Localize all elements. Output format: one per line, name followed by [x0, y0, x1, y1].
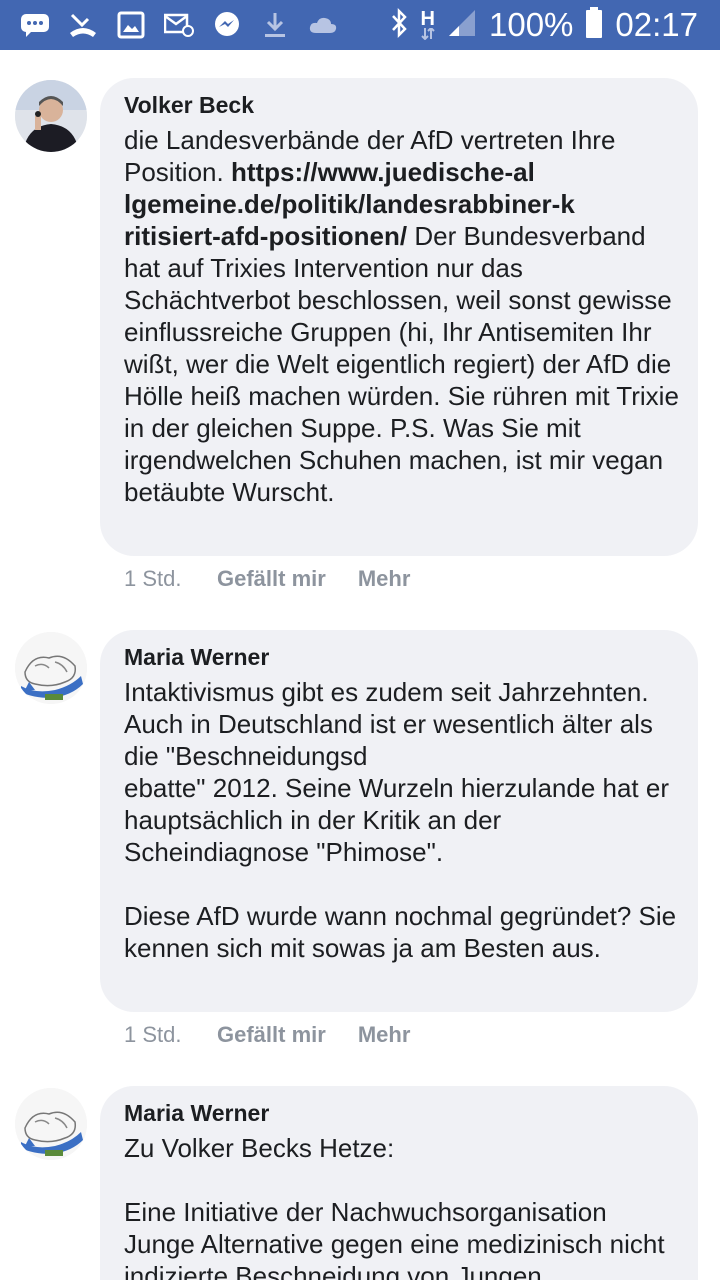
comment-timestamp[interactable]: 1 Std.	[124, 1022, 217, 1048]
comment-author[interactable]: Maria Werner	[124, 644, 269, 671]
status-bar: H 100% 02:17	[0, 0, 720, 50]
like-button[interactable]: Gefällt mir	[217, 1022, 326, 1048]
avatar[interactable]	[15, 80, 87, 152]
network-type-icon: H	[421, 9, 435, 40]
more-button[interactable]: Mehr	[358, 1022, 411, 1048]
more-button[interactable]: Mehr	[358, 566, 411, 592]
bluetooth-icon	[389, 7, 409, 43]
like-button[interactable]: Gefällt mir	[217, 566, 326, 592]
battery-icon	[585, 6, 603, 44]
comment-bubble[interactable]: Maria Werner Zu Volker Becks Hetze: Eine…	[100, 1086, 698, 1280]
messenger-icon	[212, 10, 242, 40]
chat-notification-icon	[20, 10, 50, 40]
avatar[interactable]	[15, 1088, 87, 1160]
clock: 02:17	[615, 6, 698, 43]
signal-icon	[447, 8, 477, 43]
comment-author[interactable]: Volker Beck	[124, 92, 254, 119]
comment-timestamp[interactable]: 1 Std.	[124, 566, 217, 592]
avatar[interactable]	[15, 632, 87, 704]
comment-bubble[interactable]: Volker Beck die Landesverbände der AfD v…	[100, 78, 698, 556]
image-notification-icon	[116, 10, 146, 40]
download-icon	[260, 10, 290, 40]
missed-call-icon	[68, 10, 98, 40]
cloud-icon	[308, 10, 338, 40]
comment-actions: 1 Std. Gefällt mir Mehr	[124, 1022, 442, 1048]
email-notification-icon	[164, 10, 194, 40]
comment-actions: 1 Std. Gefällt mir Mehr	[124, 566, 442, 592]
battery-percentage: 100%	[489, 6, 574, 43]
comment-text: Zu Volker Becks Hetze: Eine Initiative d…	[124, 1133, 665, 1280]
comment-text: die Landesverbände der AfD vertreten Ihr…	[124, 125, 687, 507]
comment-text: Intaktivismus gibt es zudem seit Jahrzeh…	[124, 677, 677, 963]
comment-bubble[interactable]: Maria Werner Intaktivismus gibt es zudem…	[100, 630, 698, 1012]
comment-author[interactable]: Maria Werner	[124, 1100, 269, 1127]
